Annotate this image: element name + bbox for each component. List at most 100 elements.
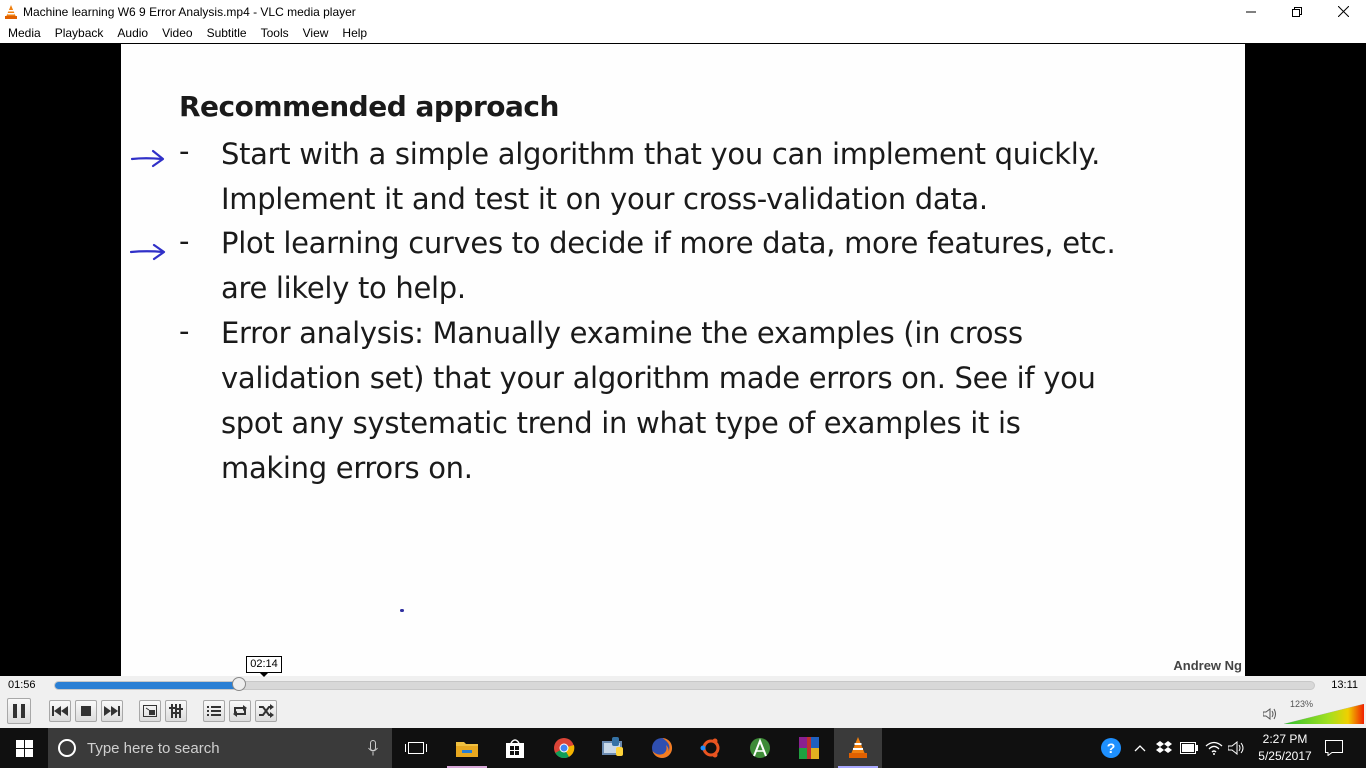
elapsed-time[interactable]: 01:56 [8,679,36,691]
fullscreen-button[interactable] [139,700,161,722]
previous-icon [52,706,68,716]
restore-icon [1292,6,1302,17]
task-view-icon [405,742,427,754]
task-view-button[interactable] [392,728,440,768]
menu-audio[interactable]: Audio [110,23,155,43]
start-button[interactable] [0,728,48,768]
windows-taskbar: Type here to search ? 2:27 PM 5/25/2017 [0,728,1366,768]
close-button[interactable] [1320,0,1366,23]
help-icon: ? [1101,738,1121,758]
pen-arrow-icon [130,243,166,261]
chrome-icon [554,738,575,759]
tray-wifi[interactable] [1203,728,1225,768]
speaker-icon [1228,741,1244,755]
menu-video[interactable]: Video [155,23,199,43]
svg-text:?: ? [1107,740,1116,756]
bullet-line: Error analysis: Manually examine the exa… [221,316,1023,350]
microphone-icon[interactable] [368,740,378,756]
dropbox-icon [1156,741,1172,753]
menu-subtitle[interactable]: Subtitle [200,23,254,43]
minimize-button[interactable] [1228,0,1274,23]
bullet-1: Start with a simple algorithm that you c… [221,132,1211,222]
tray-help[interactable]: ? [1098,728,1124,768]
notification-icon [1325,740,1343,756]
taskbar-search-box[interactable]: Type here to search [48,728,392,768]
seek-handle[interactable] [232,677,246,691]
video-area[interactable]: Recommended approach - Start with a simp… [0,43,1366,676]
playlist-button[interactable] [203,700,225,722]
volume-icon[interactable] [1263,708,1277,720]
taskbar-vlc[interactable] [834,728,882,768]
shuffle-icon [259,704,274,718]
bullet-line: validation set) that your algorithm made… [221,361,1096,395]
search-placeholder: Type here to search [87,739,220,757]
clock-time: 2:27 PM [1262,732,1308,746]
pen-mark [400,609,404,612]
action-center-button[interactable] [1320,728,1348,768]
extended-settings-icon [169,704,183,718]
volume-level [1284,704,1364,724]
lecture-slide: Recommended approach - Start with a simp… [121,44,1245,676]
python-idle-icon [602,737,623,756]
taskbar-ubuntu[interactable] [687,728,735,768]
pause-icon [13,704,25,718]
vlc-icon [849,737,867,758]
tray-dropbox[interactable] [1154,728,1174,768]
loop-button[interactable] [229,700,251,722]
store-icon [506,739,524,758]
previous-button[interactable] [49,700,71,722]
seek-tooltip: 02:14 [246,656,282,673]
title-bar: Machine learning W6 9 Error Analysis.mp4… [0,0,1366,23]
tray-volume[interactable] [1226,728,1248,768]
firefox-icon [652,737,673,758]
stop-icon [81,706,91,716]
bullet-line: Plot learning curves to decide if more d… [221,226,1116,260]
menu-media[interactable]: Media [1,23,48,43]
seek-progress [55,682,240,689]
taskbar-python-idle[interactable] [590,728,638,768]
pen-arrow-icon [131,149,165,168]
winrar-icon [799,737,819,759]
taskbar-clock[interactable]: 2:27 PM 5/25/2017 [1246,731,1324,765]
taskbar-file-explorer[interactable] [443,728,491,768]
tray-overflow[interactable] [1130,728,1150,768]
battery-icon [1180,742,1198,754]
ubuntu-icon [700,738,720,758]
cortana-icon [58,739,76,757]
menu-view[interactable]: View [296,23,336,43]
next-button[interactable] [101,700,123,722]
playlist-icon [207,706,221,716]
menu-help[interactable]: Help [335,23,374,43]
file-explorer-icon [456,742,478,757]
chevron-up-icon [1134,745,1146,752]
slide-credit: Andrew Ng [1173,658,1242,673]
window-controls [1228,0,1366,23]
clock-date: 5/25/2017 [1258,749,1312,763]
minimize-icon [1246,11,1256,12]
tooltip-pointer [259,672,269,677]
close-icon [1337,6,1349,17]
wifi-icon [1205,741,1223,755]
restore-button[interactable] [1274,0,1320,23]
volume-slider[interactable] [1284,704,1364,724]
seek-row: 01:56 13:11 [0,676,1366,696]
taskbar-chrome[interactable] [540,728,588,768]
window-title: Machine learning W6 9 Error Analysis.mp4… [23,4,356,19]
extended-settings-button[interactable] [165,700,187,722]
pause-button[interactable] [7,698,31,724]
taskbar-firefox[interactable] [638,728,686,768]
tray-battery[interactable] [1178,728,1200,768]
menu-tools[interactable]: Tools [254,23,296,43]
shuffle-button[interactable] [255,700,277,722]
taskbar-winrar[interactable] [785,728,833,768]
taskbar-store[interactable] [491,728,539,768]
windows-logo-icon [15,739,33,757]
controls-row: 123% [0,696,1366,728]
taskbar-android-studio[interactable] [736,728,784,768]
bullet-dash: - [179,224,190,258]
menu-playback[interactable]: Playback [48,23,111,43]
fullscreen-icon [143,705,157,717]
stop-button[interactable] [75,700,97,722]
total-time[interactable]: 13:11 [1331,679,1358,691]
menu-bar: Media Playback Audio Video Subtitle Tool… [0,23,1366,43]
